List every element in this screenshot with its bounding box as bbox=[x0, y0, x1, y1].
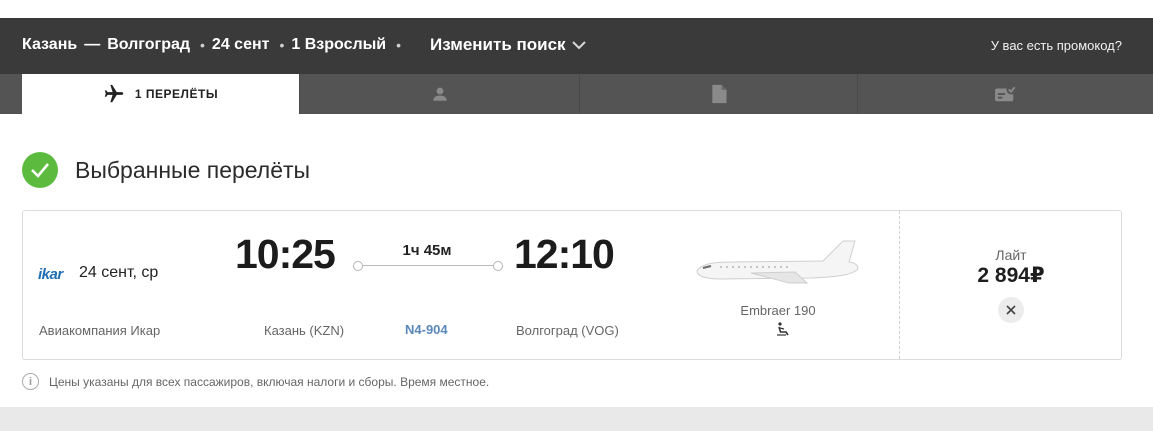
remove-flight-button[interactable] bbox=[998, 297, 1024, 323]
aircraft-model: Embraer 190 bbox=[740, 303, 816, 318]
search-date: 24 сент bbox=[211, 36, 270, 53]
airplane-icon bbox=[104, 84, 124, 103]
tab-flights-label: 1 ПЕРЕЛЁТЫ bbox=[134, 87, 219, 101]
booking-steps: 1 ПЕРЕЛЁТЫ bbox=[0, 74, 1153, 114]
ticket-check-icon bbox=[994, 84, 1016, 102]
departure-airport: Казань (KZN) bbox=[264, 323, 345, 338]
flight-date: 24 сент, ср bbox=[79, 264, 159, 281]
seat-icon bbox=[777, 322, 789, 336]
departure-time: 10:25 bbox=[235, 231, 336, 277]
arrival-airport: Волгоград (VOG) bbox=[516, 323, 619, 338]
airline-logo: ikar bbox=[38, 266, 63, 283]
separator-dot: • bbox=[200, 37, 205, 53]
change-search-button[interactable]: Изменить поиск bbox=[430, 35, 586, 55]
close-icon bbox=[1006, 305, 1016, 315]
price-note: i Цены указаны для всех пассажиров, вклю… bbox=[22, 373, 489, 390]
change-search-label: Изменить поиск bbox=[430, 35, 566, 54]
price-note-text: Цены указаны для всех пассажиров, включа… bbox=[49, 374, 490, 389]
document-icon bbox=[711, 84, 726, 104]
airline-name: Авиакомпания Икар bbox=[39, 323, 161, 338]
separator-dot: • bbox=[279, 37, 285, 53]
route-summary: Казань — Волгоград • 24 сент • 1 Взрослы… bbox=[22, 36, 408, 54]
chevron-down-icon bbox=[571, 40, 586, 49]
promo-code-link[interactable]: У вас есть промокод? bbox=[991, 38, 1122, 53]
checkmark-circle-icon bbox=[22, 152, 58, 188]
flight-duration: 1ч 45м bbox=[402, 242, 452, 259]
fare-block: Лайт 2 894₽ bbox=[901, 247, 1121, 288]
tab-flights[interactable]: 1 ПЕРЕЛЁТЫ bbox=[22, 74, 299, 114]
tab-passengers[interactable] bbox=[299, 74, 579, 114]
selected-flights-header: Выбранные перелёты bbox=[22, 152, 310, 188]
flight-number-link[interactable]: N4-904 bbox=[405, 322, 448, 337]
info-icon: i bbox=[22, 373, 39, 390]
destination-city: Волгоград bbox=[107, 36, 191, 53]
timeline-start-node bbox=[353, 261, 363, 271]
tab-documents[interactable] bbox=[579, 74, 857, 114]
passenger-count: 1 Взрослый bbox=[291, 36, 387, 53]
footer-band bbox=[0, 407, 1153, 431]
arrival-time: 12:10 bbox=[514, 231, 615, 277]
origin-city: Казань bbox=[22, 36, 78, 53]
section-title: Выбранные перелёты bbox=[75, 156, 311, 183]
tab-payment[interactable] bbox=[857, 74, 1153, 114]
fare-name: Лайт bbox=[995, 247, 1027, 263]
timeline-end-node bbox=[493, 261, 503, 271]
search-summary-bar: Казань — Волгоград • 24 сент • 1 Взрослы… bbox=[0, 18, 1153, 74]
fare-price: 2 894₽ bbox=[977, 264, 1045, 287]
person-icon bbox=[432, 87, 447, 101]
fare-divider bbox=[899, 211, 900, 359]
flight-card: ikar 24 сент, ср Авиакомпания Икар 10:25… bbox=[22, 210, 1122, 360]
route-timeline bbox=[353, 261, 503, 271]
timeline-line bbox=[358, 265, 498, 266]
separator-dot: • bbox=[396, 37, 402, 53]
route-dash: — bbox=[84, 36, 101, 53]
aircraft-image bbox=[696, 240, 859, 284]
